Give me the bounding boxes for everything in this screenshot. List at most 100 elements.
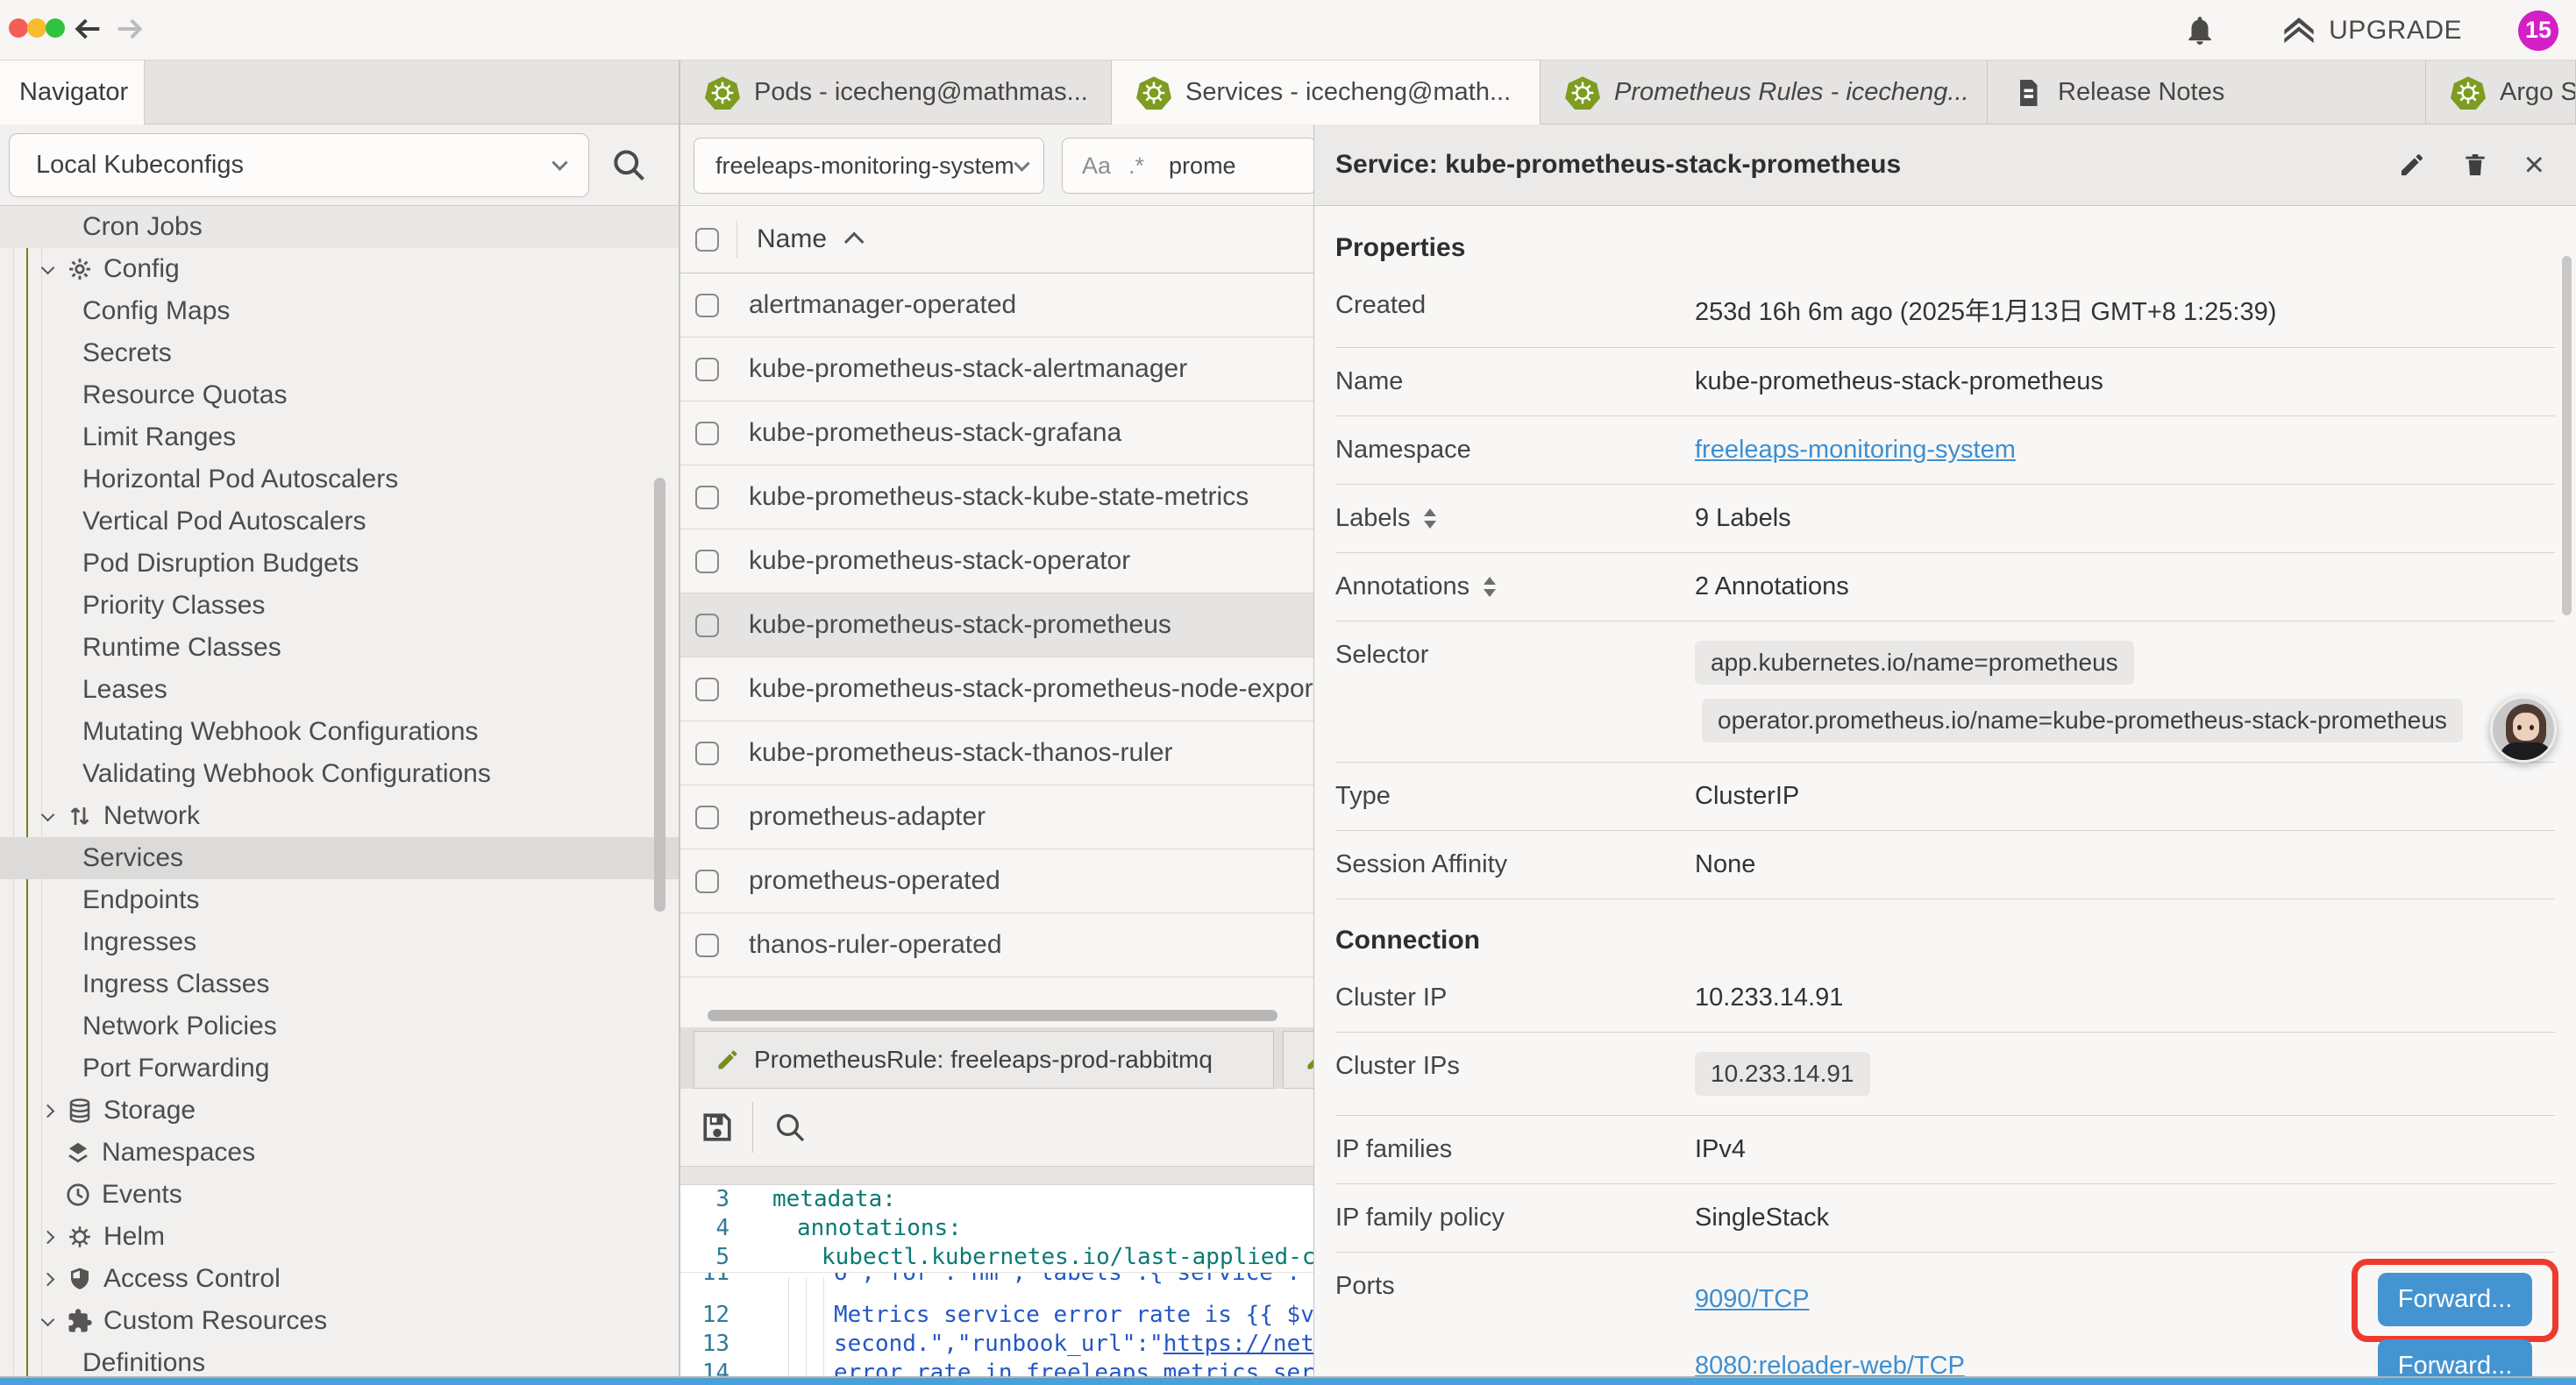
chevron-right-icon[interactable]	[39, 1275, 56, 1284]
row-checkbox[interactable]	[695, 678, 719, 701]
chevron-down-icon[interactable]	[39, 813, 56, 820]
table-row[interactable]: kube-prometheus-stack-operator	[680, 529, 1313, 593]
sidebar-item-events[interactable]: Events	[0, 1174, 680, 1216]
forward-button[interactable]: Forward...	[2378, 1273, 2532, 1326]
sidebar-item-leases[interactable]: Leases	[0, 669, 680, 711]
sidebar-item-vertical-pod-autoscalers[interactable]: Vertical Pod Autoscalers	[0, 501, 680, 543]
table-row[interactable]: kube-prometheus-stack-prometheus-node-ex…	[680, 657, 1313, 721]
sidebar-item-label: Priority Classes	[82, 591, 265, 621]
chevron-down-icon[interactable]	[39, 1318, 56, 1325]
minimize-window-button[interactable]	[27, 18, 46, 38]
properties-section-title: Properties	[1335, 233, 2555, 263]
sidebar-item-network-policies[interactable]: Network Policies	[0, 1005, 680, 1048]
detail-scrollbar[interactable]	[2562, 256, 2572, 615]
zoom-window-button[interactable]	[46, 18, 65, 38]
regex-toggle[interactable]: .*	[1128, 153, 1144, 180]
sidebar-item-ingress-classes[interactable]: Ingress Classes	[0, 963, 680, 1005]
table-row[interactable]: kube-prometheus-stack-thanos-ruler	[680, 721, 1313, 785]
sidebar-item-config[interactable]: Config	[0, 248, 680, 290]
tab-pods[interactable]: Pods - icecheng@mathmas...	[680, 60, 1112, 124]
sort-updown-icon[interactable]	[1424, 508, 1436, 529]
namespace-select[interactable]: freeleaps-monitoring-system	[694, 138, 1044, 194]
sidebar-scrollbar[interactable]	[654, 478, 665, 912]
sidebar-item-secrets[interactable]: Secrets	[0, 332, 680, 374]
sidebar-item-port-forwarding[interactable]: Port Forwarding	[0, 1048, 680, 1090]
namespace-link[interactable]: freeleaps-monitoring-system	[1695, 436, 2555, 465]
sidebar-item-pod-disruption-budgets[interactable]: Pod Disruption Budgets	[0, 543, 680, 585]
sidebar-item-config-maps[interactable]: Config Maps	[0, 290, 680, 332]
tab-strip: Navigator Pods - icecheng@mathmas...Serv…	[0, 60, 2576, 124]
row-checkbox[interactable]	[695, 422, 719, 445]
notification-badge[interactable]: 15	[2518, 11, 2558, 51]
name-column-header[interactable]: Name	[757, 224, 827, 254]
table-row[interactable]: prometheus-operated	[680, 849, 1313, 913]
sidebar-item-services[interactable]: Services	[0, 837, 680, 879]
kubeconfig-select[interactable]: Local Kubeconfigs	[9, 133, 589, 197]
sidebar-item-storage[interactable]: Storage	[0, 1090, 680, 1132]
sort-ascending-icon[interactable]	[844, 232, 865, 252]
close-window-button[interactable]	[9, 18, 28, 38]
table-row[interactable]: kube-prometheus-stack-grafana	[680, 401, 1313, 465]
filter-input[interactable]: Aa .* prome	[1062, 138, 1316, 194]
editor-tab-prometheusrule[interactable]: PrometheusRule: freeleaps-prod-rabbitmq	[694, 1031, 1274, 1089]
sidebar-item-namespaces[interactable]: Namespaces	[0, 1132, 680, 1174]
row-checkbox[interactable]	[695, 358, 719, 381]
sidebar-item-runtime-classes[interactable]: Runtime Classes	[0, 627, 680, 669]
back-icon[interactable]	[70, 11, 105, 46]
select-all-checkbox[interactable]	[695, 228, 719, 252]
table-row[interactable]: thanos-ruler-operated	[680, 913, 1313, 977]
sidebar-item-limit-ranges[interactable]: Limit Ranges	[0, 416, 680, 458]
forward-icon[interactable]	[112, 11, 147, 46]
save-icon[interactable]	[698, 1108, 737, 1147]
delete-icon[interactable]	[2461, 151, 2489, 179]
search-icon[interactable]	[609, 146, 648, 184]
row-checkbox[interactable]	[695, 742, 719, 765]
sidebar-item-access-control[interactable]: Access Control	[0, 1258, 680, 1300]
table-row[interactable]: prometheus-adapter	[680, 785, 1313, 849]
yaml-editor[interactable]: 3metadata:4annotations:5kubectl.kubernet…	[680, 1185, 1313, 1385]
tab-services[interactable]: Services - icecheng@math...×	[1112, 60, 1541, 124]
sidebar-item-resource-quotas[interactable]: Resource Quotas	[0, 374, 680, 416]
sidebar-item-network[interactable]: Network	[0, 795, 680, 837]
horizontal-scrollbar[interactable]	[708, 1010, 1277, 1021]
port-link[interactable]: 9090/TCP	[1695, 1285, 1810, 1314]
sidebar-item-mutating-webhook-configurations[interactable]: Mutating Webhook Configurations	[0, 711, 680, 753]
sidebar-item-helm[interactable]: Helm	[0, 1216, 680, 1258]
table-row[interactable]: kube-prometheus-stack-prometheus	[680, 593, 1313, 657]
row-checkbox[interactable]	[695, 550, 719, 573]
assistant-avatar[interactable]	[2490, 696, 2557, 763]
row-checkbox[interactable]	[695, 934, 719, 957]
runbook-url-link[interactable]: https://net	[1163, 1331, 1313, 1357]
sidebar-item-custom-resources[interactable]: Custom Resources	[0, 1300, 680, 1342]
table-row[interactable]: kube-prometheus-stack-alertmanager	[680, 337, 1313, 401]
sidebar-item-horizontal-pod-autoscalers[interactable]: Horizontal Pod Autoscalers	[0, 458, 680, 501]
upgrade-button[interactable]: UPGRADE	[2281, 13, 2462, 48]
service-name: kube-prometheus-stack-operator	[749, 546, 1130, 576]
chevron-right-icon[interactable]	[39, 1106, 56, 1116]
search-in-editor-icon[interactable]	[772, 1110, 808, 1145]
match-case-toggle[interactable]: Aa	[1082, 153, 1111, 180]
close-icon[interactable]: ×	[2524, 147, 2544, 182]
chevron-down-icon[interactable]	[39, 266, 56, 273]
sidebar-item-validating-webhook-configurations[interactable]: Validating Webhook Configurations	[0, 753, 680, 795]
sidebar-item-cron-jobs[interactable]: Cron Jobs	[0, 206, 680, 248]
sidebar-item-ingresses[interactable]: Ingresses	[0, 921, 680, 963]
edit-icon[interactable]	[2398, 151, 2426, 179]
editor-tab-secondary[interactable]	[1283, 1031, 1313, 1089]
table-row[interactable]: alertmanager-operated	[680, 273, 1313, 337]
sidebar-item-endpoints[interactable]: Endpoints	[0, 879, 680, 921]
tab-prometheus[interactable]: Prometheus Rules - icecheng...	[1541, 60, 1988, 124]
row-checkbox[interactable]	[695, 806, 719, 829]
row-checkbox[interactable]	[695, 870, 719, 893]
tab-argo[interactable]: Argo Se	[2426, 60, 2576, 124]
table-row[interactable]: kube-prometheus-stack-kube-state-metrics	[680, 465, 1313, 529]
row-checkbox[interactable]	[695, 486, 719, 509]
sort-updown-icon[interactable]	[1484, 577, 1496, 597]
bell-icon[interactable]	[2183, 14, 2217, 47]
row-checkbox[interactable]	[695, 614, 719, 637]
row-checkbox[interactable]	[695, 294, 719, 317]
sidebar-item-priority-classes[interactable]: Priority Classes	[0, 585, 680, 627]
tab-release[interactable]: Release Notes	[1988, 60, 2426, 124]
navigator-tab[interactable]: Navigator	[0, 60, 145, 124]
chevron-right-icon[interactable]	[39, 1232, 56, 1242]
